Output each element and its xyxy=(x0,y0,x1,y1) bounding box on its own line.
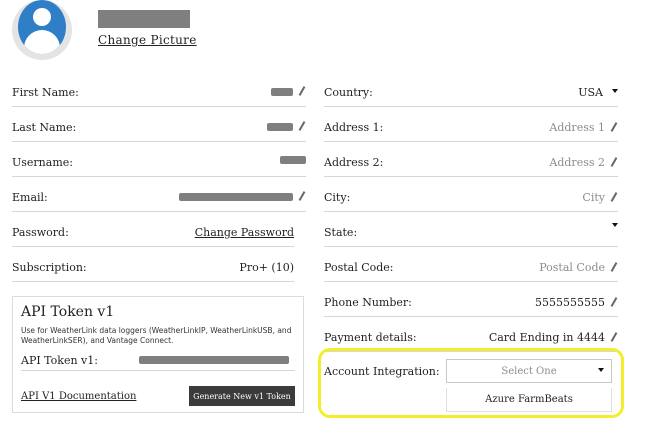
country-row[interactable]: Country: USA xyxy=(324,82,618,107)
edit-pencil-icon[interactable] xyxy=(610,157,618,168)
account-integration-select[interactable]: Select One xyxy=(446,359,612,383)
chevron-down-icon xyxy=(598,368,604,372)
address1-placeholder: Address 1 xyxy=(549,121,605,134)
phone-row[interactable]: Phone Number: 5555555555 xyxy=(324,292,618,317)
dropdown-option-azure-farmbeats[interactable]: Azure FarmBeats xyxy=(446,388,612,412)
edit-pencil-icon[interactable] xyxy=(610,122,618,133)
change-picture-link[interactable]: Change Picture xyxy=(98,33,197,47)
payment-label: Payment details: xyxy=(324,331,417,344)
chevron-down-icon[interactable] xyxy=(612,223,618,227)
edit-pencil-icon[interactable] xyxy=(610,332,618,343)
api-token-panel: API Token v1 Use for WeatherLink data lo… xyxy=(12,296,304,413)
address2-label: Address 2: xyxy=(324,156,384,169)
edit-pencil-icon[interactable] xyxy=(610,192,618,203)
phone-label: Phone Number: xyxy=(324,296,412,309)
api-token-row: API Token v1: xyxy=(21,352,295,371)
address1-row[interactable]: Address 1: Address 1 xyxy=(324,117,618,142)
api-token-title: API Token v1 xyxy=(21,304,115,320)
address1-label: Address 1: xyxy=(324,121,384,134)
chevron-down-icon[interactable] xyxy=(612,89,618,93)
city-label: City: xyxy=(324,191,351,204)
api-token-description: Use for WeatherLink data loggers (Weathe… xyxy=(21,326,292,345)
edit-pencil-icon[interactable] xyxy=(610,297,618,308)
user-icon-body xyxy=(24,30,60,54)
edit-pencil-icon[interactable] xyxy=(298,121,306,132)
edit-pencil-icon[interactable] xyxy=(298,191,306,202)
address2-row[interactable]: Address 2: Address 2 xyxy=(324,152,618,177)
user-icon xyxy=(18,0,66,54)
postal-code-row[interactable]: Postal Code: Postal Code xyxy=(324,257,618,282)
generate-token-button[interactable]: Generate New v1 Token xyxy=(189,386,295,406)
phone-value: 5555555555 xyxy=(535,296,605,309)
country-value: USA xyxy=(578,86,603,99)
edit-pencil-icon[interactable] xyxy=(298,86,306,97)
change-password-link[interactable]: Change Password xyxy=(195,226,294,239)
profile-avatar[interactable] xyxy=(12,0,72,60)
first-name-row[interactable]: First Name: xyxy=(12,82,306,107)
user-icon-head xyxy=(33,8,51,26)
redacted-last-name xyxy=(267,122,293,131)
redacted-api-token xyxy=(139,356,289,364)
email-row[interactable]: Email: xyxy=(12,187,306,212)
redacted-display-name xyxy=(98,10,190,28)
redacted-email xyxy=(179,192,293,201)
postal-code-label: Postal Code: xyxy=(324,261,394,274)
subscription-value: Pro+ (10) xyxy=(239,261,294,274)
first-name-label: First Name: xyxy=(12,86,79,99)
city-row[interactable]: City: City xyxy=(324,187,618,212)
select-placeholder: Select One xyxy=(501,365,557,377)
password-row: Password: Change Password xyxy=(12,222,294,247)
postal-code-placeholder: Postal Code xyxy=(539,261,605,274)
payment-value: Card Ending in 4444 xyxy=(488,331,605,344)
subscription-row: Subscription: Pro+ (10) xyxy=(12,257,294,282)
edit-pencil-icon[interactable] xyxy=(610,262,618,273)
email-label: Email: xyxy=(12,191,48,204)
username-label: Username: xyxy=(12,156,73,169)
api-token-label: API Token v1: xyxy=(21,354,98,367)
last-name-label: Last Name: xyxy=(12,121,77,134)
last-name-row[interactable]: Last Name: xyxy=(12,117,306,142)
address2-placeholder: Address 2 xyxy=(549,156,605,169)
username-row: Username: xyxy=(12,152,306,177)
api-documentation-link[interactable]: API V1 Documentation xyxy=(21,391,136,402)
redacted-first-name xyxy=(271,87,293,96)
state-row[interactable]: State: xyxy=(324,222,618,247)
password-label: Password: xyxy=(12,226,69,239)
country-label: Country: xyxy=(324,86,373,99)
city-placeholder: City xyxy=(582,191,605,204)
account-integration-label: Account Integration: xyxy=(324,365,440,378)
redacted-username xyxy=(280,156,306,164)
subscription-label: Subscription: xyxy=(12,261,87,274)
state-label: State: xyxy=(324,226,358,239)
